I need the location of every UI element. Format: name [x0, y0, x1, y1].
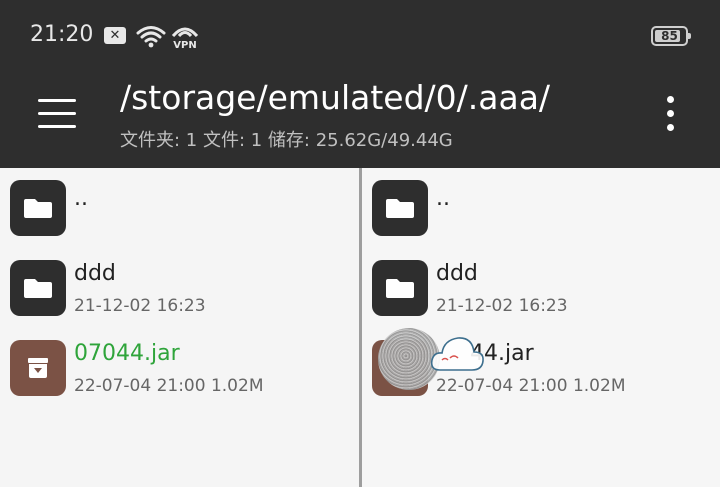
more-vert-icon[interactable] [656, 90, 686, 138]
file-name: ddd [436, 261, 478, 286]
path-toolbar: /storage/emulated/0/.aaa/ 文件夹: 1 文件: 1 储… [0, 70, 720, 168]
file-meta: 21-12-02 16:23 [74, 296, 206, 316]
battery-icon: 85 [651, 26, 691, 46]
archive-icon [10, 340, 66, 396]
left-file-pane[interactable]: .. ddd 21-12-02 16:23 07044.jar 22-07-04… [0, 168, 359, 487]
path-summary: 文件夹: 1 文件: 1 储存: 25.62G/49.44G [120, 130, 453, 151]
file-meta: 22-07-04 21:00 1.02M [74, 376, 264, 396]
list-item-folder[interactable]: ddd 21-12-02 16:23 [0, 248, 359, 328]
folder-icon [10, 260, 66, 316]
list-item-parent[interactable]: .. [362, 168, 720, 248]
list-item-file[interactable]: 07044.jar 22-07-04 21:00 1.02M [0, 328, 359, 408]
status-bar: 21:20 ✕ VPN 85 [0, 0, 720, 70]
file-name: .. [436, 186, 450, 211]
wifi-icon [136, 26, 166, 48]
folder-icon [372, 180, 428, 236]
folder-icon [372, 260, 428, 316]
cloud-icon [430, 337, 484, 371]
vpn-icon: VPN [171, 27, 199, 50]
vpn-label: VPN [173, 40, 196, 50]
current-path: /storage/emulated/0/.aaa/ [120, 78, 551, 117]
battery-level-text: 85 [661, 29, 678, 43]
file-meta: 21-12-02 16:23 [436, 296, 568, 316]
status-time: 21:20 [30, 22, 94, 47]
file-name: ddd [74, 261, 116, 286]
file-name: .. [74, 186, 88, 211]
folder-icon [10, 180, 66, 236]
battery-tip [688, 33, 691, 39]
x-badge-icon: ✕ [104, 27, 126, 44]
list-item-parent[interactable]: .. [0, 168, 359, 248]
file-name: 07044.jar [74, 341, 180, 366]
hamburger-icon[interactable] [30, 88, 82, 138]
list-item-folder[interactable]: ddd 21-12-02 16:23 [362, 248, 720, 328]
right-file-pane[interactable]: .. ddd 21-12-02 16:23 44.jar 22-07-04 21… [362, 168, 720, 487]
